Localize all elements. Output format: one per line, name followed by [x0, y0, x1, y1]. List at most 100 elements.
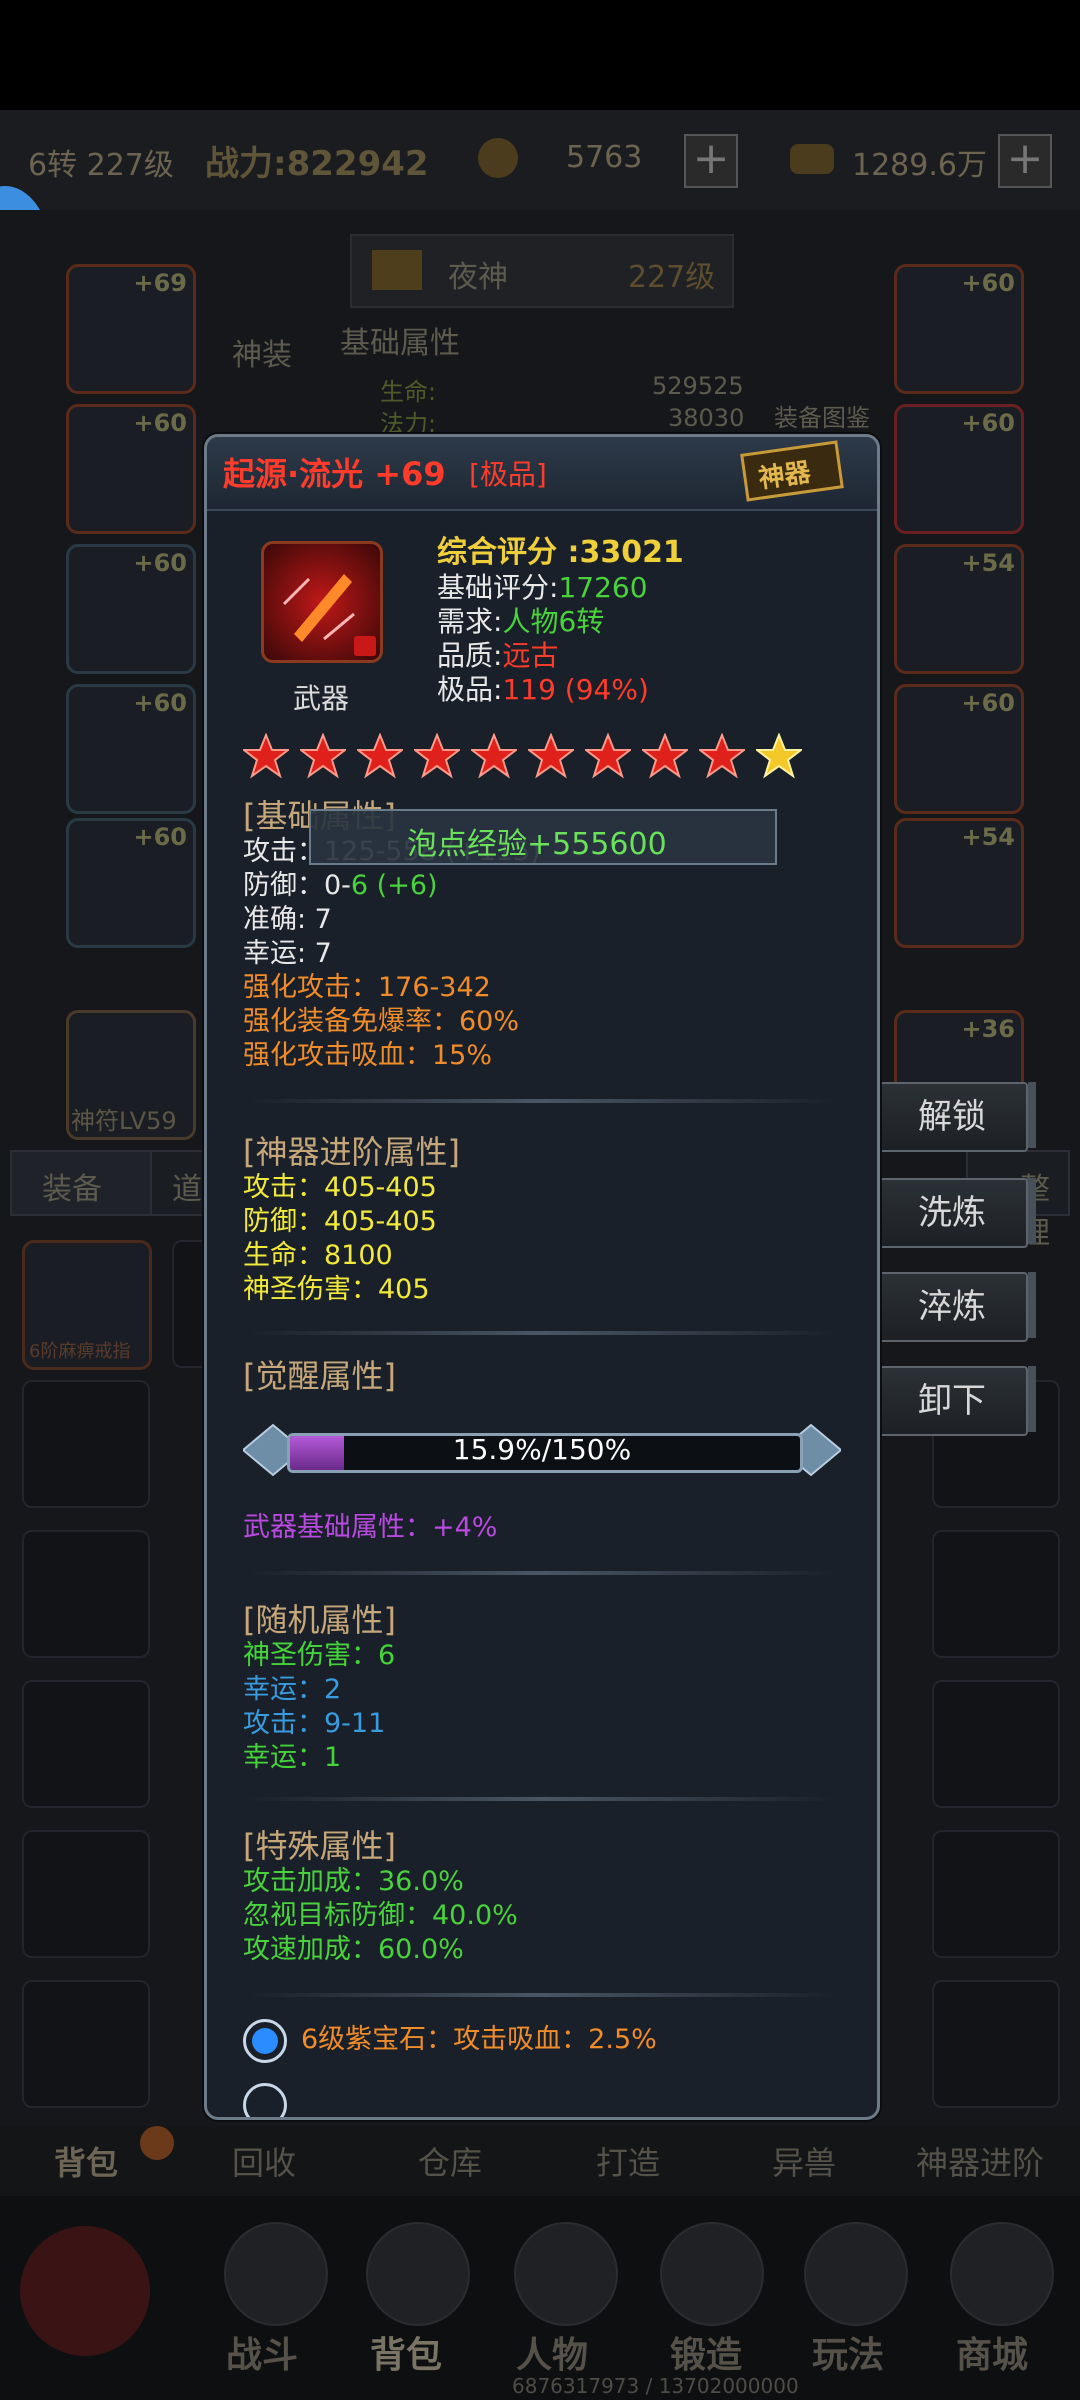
bag-cell[interactable] [22, 1380, 150, 1508]
wing-icon [372, 250, 422, 290]
random-attr-line: 幸运：1 [243, 1742, 342, 1773]
artifact-stamp: 神器 [740, 440, 844, 502]
hp-value: 529525 [652, 372, 744, 400]
gameplay-icon [804, 2222, 908, 2326]
anvil-icon [660, 2222, 764, 2326]
equip-slot[interactable]: +60 [66, 544, 196, 674]
strengthen-lifesteal: 强化攻击吸血：15% [243, 1040, 493, 1071]
red-star-icon [243, 733, 289, 779]
red-star-icon [528, 733, 574, 779]
refine-button[interactable]: 洗炼 [876, 1178, 1036, 1248]
tab-forge[interactable]: 打造 [596, 2138, 660, 2184]
nav-bag[interactable]: 背包 [370, 2326, 442, 2378]
equip-slot[interactable]: +60 [894, 684, 1024, 814]
tab-artifact-advance[interactable]: 神器进阶 [916, 2138, 1044, 2184]
bag-cell[interactable] [22, 1830, 150, 1958]
backpack-icon [366, 2222, 470, 2326]
equip-slot[interactable]: +69 [66, 264, 196, 394]
strengthen-attack: 强化攻击：176-342 [243, 972, 491, 1003]
top-bar: 6转 227级 战力:822942 5763 + 1289.6万 + [0, 110, 1080, 212]
nav-gameplay[interactable]: 玩法 [812, 2326, 884, 2378]
red-star-icon [642, 733, 688, 779]
coin-icon [478, 138, 518, 178]
yin-yang-icon[interactable] [20, 2226, 150, 2356]
character-icon [514, 2222, 618, 2326]
defense-line: 防御：0-6 (+6) [243, 870, 438, 901]
random-attr-line: 幸运：2 [243, 1674, 342, 1705]
item-name: 起源·流光 +69 [223, 455, 446, 493]
modal-title-bar: 起源·流光 +69 [极品] 神器 [207, 437, 877, 511]
equip-slot[interactable]: +60 [66, 684, 196, 814]
equip-slot[interactable]: +60 [894, 404, 1024, 534]
bag-cell[interactable] [22, 1530, 150, 1658]
bag-cell[interactable] [932, 1830, 1060, 1958]
special-attack-speed: 攻速加成：60.0% [243, 1934, 464, 1965]
equip-slot[interactable]: +60 [894, 264, 1024, 394]
artifact-hp: 生命：8100 [243, 1240, 393, 1271]
red-star-icon [699, 733, 745, 779]
hp-label: 生命: [380, 378, 437, 406]
bottom-tab-bar: 背包 回收 仓库 打造 异兽 神器进阶 [0, 2126, 1080, 2196]
artifact-attr-title: [神器进阶属性] [243, 1133, 460, 1171]
turn-level: 6转 227级 [28, 148, 174, 183]
character-level: 227级 [628, 260, 716, 295]
tab-warehouse[interactable]: 仓库 [418, 2138, 482, 2184]
equip-slot[interactable]: +54 [894, 544, 1024, 674]
red-star-icon [471, 733, 517, 779]
nav-shop[interactable]: 商城 [956, 2326, 1028, 2378]
quality: 远古 [502, 639, 559, 672]
awaken-bonus: 武器基础属性：+4% [243, 1512, 498, 1543]
equip-slot[interactable]: +54 [894, 818, 1024, 948]
tab-recycle[interactable]: 回收 [232, 2138, 296, 2184]
equip-slot[interactable]: +60 [66, 818, 196, 948]
special-attack-bonus: 攻击加成：36.0% [243, 1866, 464, 1897]
item-summary: 基础评分:17260 需求:人物6转 品质:远古 极品:119 (94%) [437, 571, 649, 706]
tab-equip[interactable]: 装备 [10, 1150, 154, 1216]
equip-map-label[interactable]: 装备图鉴 [774, 398, 870, 433]
item-detail-modal: 起源·流光 +69 [极品] 神器 武器 综合评分 :33021 基础评分:17… [204, 434, 880, 2120]
nav-character[interactable]: 人物 [516, 2326, 588, 2378]
progress-text: 15.9%/150% [452, 1433, 632, 1466]
artifact-defense: 防御：405-405 [243, 1206, 437, 1237]
nav-battle[interactable]: 战斗 [226, 2326, 298, 2378]
luck-line: 幸运: 7 [243, 938, 332, 969]
gem-line: 6级紫宝石：攻击吸血：2.5% [301, 2024, 657, 2055]
unequip-button[interactable]: 卸下 [876, 1366, 1036, 1436]
item-icon [261, 541, 383, 663]
jipin-value: 119 (94%) [502, 673, 649, 706]
bag-cell[interactable] [932, 1530, 1060, 1658]
accuracy-line: 准确: 7 [243, 904, 332, 935]
equip-slot[interactable]: +60 [66, 404, 196, 534]
battle-icon [224, 2222, 328, 2326]
nav-forge[interactable]: 锻造 [670, 2326, 742, 2378]
bag-item[interactable]: 6阶麻痹戒指 [22, 1240, 152, 1370]
bag-cell[interactable] [932, 1680, 1060, 1808]
unlock-button[interactable]: 解锁 [876, 1082, 1036, 1152]
bag-cell[interactable] [22, 1980, 150, 2108]
add-currency2-button[interactable]: + [998, 134, 1052, 188]
random-attr-title: [随机属性] [243, 1601, 396, 1639]
red-star-icon [414, 733, 460, 779]
bag-cell[interactable] [22, 1680, 150, 1808]
divider [247, 1331, 837, 1335]
temper-button[interactable]: 淬炼 [876, 1272, 1036, 1342]
shenzhuang-label[interactable]: 神装 [232, 330, 292, 374]
add-currency1-button[interactable]: + [684, 134, 738, 188]
requirement: 人物6转 [502, 605, 605, 638]
artifact-attack: 攻击：405-405 [243, 1172, 437, 1203]
random-attr-line: 攻击：9-11 [243, 1708, 386, 1739]
divider [247, 1993, 837, 1997]
exp-progress-text: 6876317973 / 13702000000 [512, 2374, 799, 2398]
basic-attr-bg-label: 基础属性 [340, 326, 460, 361]
tab-beast[interactable]: 异兽 [772, 2138, 836, 2184]
gold-star-icon [756, 733, 802, 779]
power-value: 战力:822942 [205, 144, 429, 184]
currency1-value: 5763 [566, 140, 643, 175]
tab-bag[interactable]: 背包 [54, 2138, 118, 2184]
ingot-icon [790, 144, 834, 174]
bag-cell[interactable] [932, 1980, 1060, 2108]
divider [247, 1099, 837, 1103]
item-grade-tag: [极品] [469, 458, 547, 491]
shenfu-slot[interactable]: 神符LV59 [66, 1010, 196, 1140]
shop-icon [950, 2222, 1054, 2326]
